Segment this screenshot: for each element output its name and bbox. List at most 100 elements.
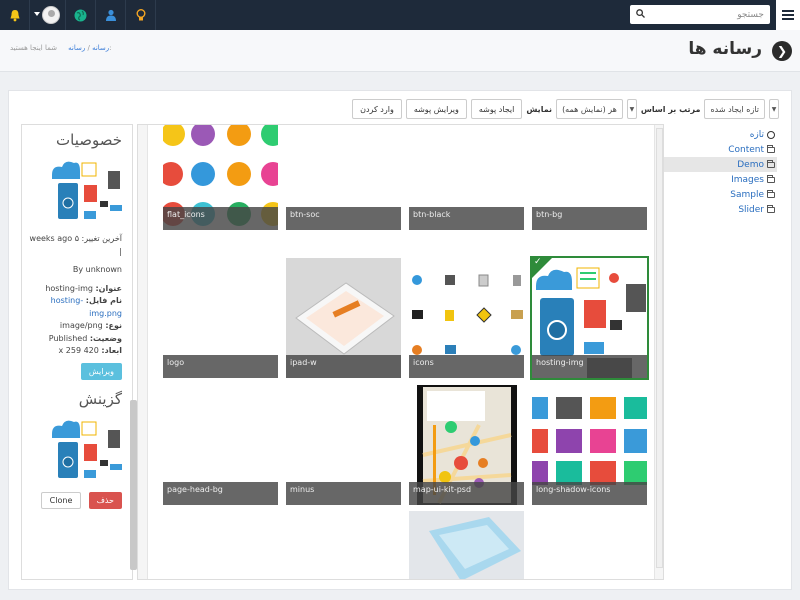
show-select-caret-icon[interactable]: ▼ [626, 99, 637, 119]
breadcrumb-link-home[interactable]: رسانه [92, 44, 109, 52]
sort-select-caret-icon[interactable]: ▼ [769, 99, 779, 119]
tree-item-new[interactable]: تازه [663, 127, 777, 142]
modified-text: آخرین تغییر: ۵ weeks ago | [29, 234, 122, 256]
selection-title: گزینش [78, 389, 122, 408]
media-tile-long-shadow-icons[interactable]: long-shadow-icons [532, 385, 647, 505]
breadcrumb-link-media[interactable]: رسانه [68, 44, 85, 52]
breadcrumb-separator: / [87, 44, 90, 52]
chevron-down-icon [34, 12, 40, 16]
tile-caption: icons [409, 355, 524, 378]
tile-caption: btn-bg [532, 207, 647, 230]
menu-button[interactable] [776, 0, 800, 30]
tile-caption: ipad-w [286, 355, 401, 378]
user-menu[interactable] [30, 0, 66, 30]
media-manager-panel: وارد کردن ویرایش پوشه ایجاد پوشه نمایش ه… [8, 90, 792, 590]
tree-item-label: Content [728, 144, 764, 155]
media-tile-map-ui-kit-psd[interactable]: map-ui-kit-psd [409, 385, 524, 505]
tree-item-label: Slider [738, 204, 764, 215]
breadcrumb: رسانه / رسانه شما اینجا هستید: [10, 44, 112, 52]
avatar [42, 6, 60, 24]
media-tile-phone-mockup[interactable] [409, 511, 524, 579]
meta-title-key: عنوان: [95, 283, 122, 293]
media-tile-btn-soc[interactable]: btn-soc [286, 125, 401, 230]
meta-status-key: وضعیت: [89, 333, 122, 343]
toolbar: وارد کردن ویرایش پوشه ایجاد پوشه نمایش ه… [352, 99, 779, 119]
tree-item-sample[interactable]: Sample [663, 187, 777, 202]
media-grid: flat_icons btn-soc btn-black btn-bg logo… [137, 124, 664, 580]
user-icon[interactable] [96, 0, 126, 30]
media-tile-hosting-img[interactable]: hosting-img [530, 256, 649, 380]
lightbulb-icon[interactable] [126, 0, 156, 30]
edit-button[interactable]: ویرایش [80, 362, 122, 380]
search-input[interactable]: جستجو [630, 5, 770, 24]
media-tile-logo[interactable]: logo [163, 258, 278, 378]
tile-caption: minus [286, 482, 401, 505]
tree-item-slider[interactable]: Slider [663, 202, 777, 217]
meta-dimension-value: 420 x 259 [58, 346, 99, 355]
meta-title-row: عنوان: hosting-img [28, 283, 122, 296]
meta-title-value: hosting-img [45, 283, 93, 293]
top-navbar: جستجو [0, 0, 800, 30]
meta-status-row: وضعیت: Published [28, 333, 122, 346]
globe-icon[interactable] [66, 0, 96, 30]
bell-icon[interactable] [0, 0, 30, 30]
back-arrow-icon[interactable]: ❯ [772, 41, 792, 61]
meta-file-key: نام فایل: [85, 296, 122, 305]
new-folder-button[interactable]: ایجاد پوشه [470, 99, 523, 119]
grid-scrollbar-left[interactable] [138, 125, 148, 579]
folder-icon [767, 144, 775, 153]
import-button[interactable]: وارد کردن [352, 99, 402, 119]
media-tile-flat-icons[interactable]: flat_icons [163, 125, 278, 230]
show-select-value: هر (نمایش همه) [562, 104, 617, 114]
edit-folder-button[interactable]: ویرایش پوشه [405, 99, 467, 119]
folder-icon [767, 174, 775, 183]
meta-status-value: Published [48, 333, 88, 343]
properties-panel: خصوصیات آخرین تغییر: ۵ weeks ago | By un… [21, 124, 133, 580]
media-tile-ipad-w[interactable]: ipad-w [286, 258, 401, 378]
selection-thumbnail[interactable] [52, 415, 122, 486]
tree-item-demo[interactable]: Demo [663, 157, 777, 172]
search-icon [636, 8, 645, 21]
tile-caption: hosting-img [532, 355, 647, 378]
media-tile-minus[interactable]: minus [286, 385, 401, 505]
meta-file-row: نام فایل: hosting-img.png [28, 295, 122, 320]
folder-icon [767, 159, 775, 168]
tree-item-images[interactable]: Images [663, 172, 777, 187]
selected-check-icon [532, 258, 552, 278]
media-tile-page-head-bg[interactable]: page-head-bg [163, 385, 278, 505]
meta-dimension-row: ابعاد: 420 x 259 [28, 345, 123, 358]
sort-label: مرتب بر اساس [640, 104, 701, 114]
folder-open-icon [767, 204, 775, 213]
media-tile-icons[interactable]: icons [409, 258, 524, 378]
tile-caption: map-ui-kit-psd [409, 482, 524, 505]
properties-scroll-thumb[interactable] [130, 400, 137, 570]
tile-caption: btn-black [409, 207, 524, 230]
media-tile-btn-bg[interactable]: btn-bg [532, 125, 647, 230]
tree-item-label: Sample [730, 189, 764, 200]
grid-scroll-track[interactable] [656, 128, 663, 568]
show-label: نمایش [526, 104, 553, 114]
tree-item-content[interactable]: Content [663, 142, 777, 157]
folder-tree: تازه Content Demo Images Sample Slider [663, 127, 777, 217]
new-icon [767, 130, 775, 139]
meta-dimension-key: ابعاد: [101, 346, 122, 355]
tile-caption: page-head-bg [163, 482, 278, 505]
tree-item-label: Demo [737, 159, 764, 170]
delete-button[interactable]: حذف [88, 491, 122, 509]
properties-thumbnail [52, 157, 122, 227]
show-select[interactable]: هر (نمایش همه) [556, 99, 623, 119]
page-header: ❯ رسانه ها رسانه / رسانه شما اینجا هستید… [0, 30, 800, 72]
sort-select-value: تازه ایجاد شده [710, 104, 759, 114]
author-text: By unknown [72, 265, 122, 274]
tile-caption: flat_icons [163, 207, 278, 230]
tile-caption: btn-soc [286, 207, 401, 230]
clone-button[interactable]: Clone [40, 491, 82, 509]
meta-type-key: نوع: [105, 321, 122, 330]
sort-select[interactable]: تازه ایجاد شده [704, 99, 765, 119]
media-tile-btn-black[interactable]: btn-black [409, 125, 524, 230]
properties-title: خصوصیات [56, 131, 122, 149]
meta-type-row: نوع: image/png [28, 320, 122, 333]
menu-icon [782, 14, 794, 16]
phone-mockup-thumbnail [409, 511, 524, 579]
folder-open-icon [767, 189, 775, 198]
